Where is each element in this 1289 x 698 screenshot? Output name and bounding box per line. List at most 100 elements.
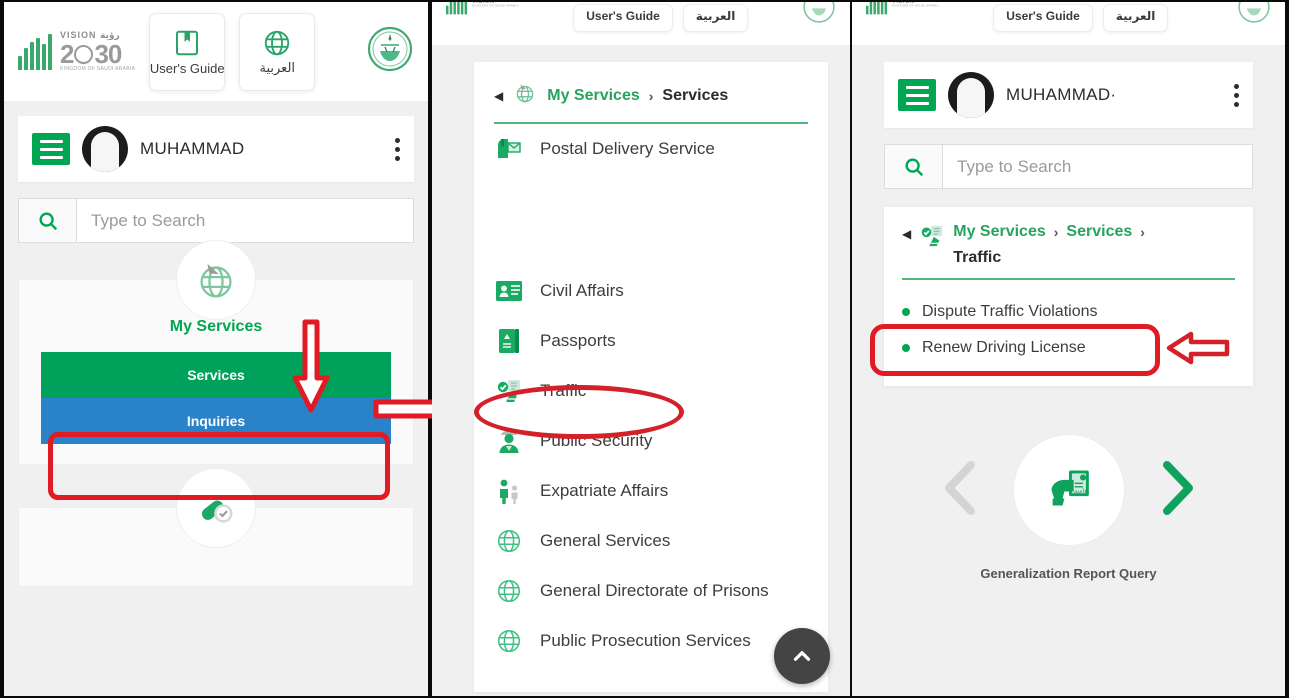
svg-text:تعاميم: تعاميم: [1073, 488, 1088, 494]
site-header-right: VISION KINGDOM OF SAUDI ARABIA User's Gu…: [852, 2, 1285, 46]
breadcrumb-root-link-right[interactable]: My Services: [953, 223, 1046, 241]
list-item-public-prosecution-services[interactable]: Public Prosecution Services: [494, 616, 808, 666]
breadcrumb-current-right: Traffic: [953, 249, 1002, 266]
list-item-label: Expatriate Affairs: [540, 481, 669, 500]
list-item-dispute-traffic-violations[interactable]: Dispute Traffic Violations: [902, 294, 1235, 330]
vision-subtitle-mid: KINGDOM OF SAUDI ARABIA: [472, 3, 519, 7]
menu-burger-button-right[interactable]: [898, 79, 936, 111]
services-button[interactable]: Services: [41, 352, 391, 398]
search-icon-right: [885, 145, 943, 188]
list-item-label: Postal Delivery Service: [540, 139, 715, 158]
users-guide-button[interactable]: User's Guide: [149, 12, 226, 91]
breadcrumb-separator-2: ›: [1140, 224, 1145, 240]
user-name-label: MUHAMMAD: [140, 139, 245, 158]
list-item-expatriate-affairs[interactable]: Expatriate Affairs: [494, 466, 808, 516]
vision-seal-icon: [74, 44, 94, 64]
moi-emblem-icon-right: [1237, 2, 1271, 29]
services-carousel: تعاميم: [884, 434, 1253, 546]
more-options-button-right[interactable]: [1234, 83, 1239, 107]
carousel-prev-button[interactable]: [935, 457, 987, 524]
list-item-label: Dispute Traffic Violations: [922, 303, 1098, 320]
breadcrumb-globe-icon: [512, 80, 538, 111]
more-options-button[interactable]: [395, 137, 400, 161]
saudi-palm-bars-icon: [866, 2, 888, 14]
services-list: Postal Delivery Service Civil Affairs Pa…: [494, 124, 808, 666]
services-list-card: ◀ My Services › Services Postal Delivery…: [474, 62, 828, 692]
list-item-renew-driving-license[interactable]: Renew Driving License: [902, 330, 1235, 366]
id-card-icon: [494, 277, 524, 305]
bullet-icon: [902, 308, 910, 316]
carousel-next-button[interactable]: [1151, 457, 1203, 524]
arabic-language-button-right[interactable]: العربية: [1102, 3, 1169, 32]
panel-left: VISION رؤية 2 30 KINGDOM OF SAUDI ARABIA …: [4, 2, 428, 696]
moi-emblem-icon-mid: [802, 2, 836, 29]
search-bar-left[interactable]: [18, 198, 414, 243]
arabic-language-button-mid[interactable]: العربية: [682, 3, 749, 32]
my-services-title: My Services: [169, 318, 263, 335]
vision-subtitle: KINGDOM OF SAUDI ARABIA: [60, 66, 136, 72]
list-item-general-services[interactable]: General Services: [494, 516, 808, 566]
list-item-general-directorate-of-prisons[interactable]: General Directorate of Prisons: [494, 566, 808, 616]
list-item-passports[interactable]: Passports: [494, 316, 808, 366]
avatar-right: [948, 72, 994, 118]
menu-burger-button[interactable]: [32, 133, 70, 165]
bullet-icon: [902, 344, 910, 352]
list-item-label: General Directorate of Prisons: [540, 581, 769, 600]
users-guide-button-right[interactable]: User's Guide: [993, 3, 1093, 32]
globe-icon: [494, 627, 524, 655]
globe-icon: [494, 577, 524, 605]
breadcrumb-mid: ◀ My Services › Services: [494, 80, 808, 111]
globe-icon: [494, 527, 524, 555]
user-name-label-right: MUHAMMAD·: [1006, 85, 1117, 104]
scroll-to-top-button[interactable]: [774, 628, 830, 684]
carousel-caption: Generalization Report Query: [980, 566, 1157, 581]
breadcrumb-separator-1: ›: [1053, 224, 1059, 240]
passport-icon: [494, 327, 524, 355]
avatar: [82, 126, 128, 172]
vision-2030-logo-mid: VISION KINGDOM OF SAUDI ARABIA: [446, 2, 519, 14]
carousel-item-icon-circle[interactable]: تعاميم: [1012, 434, 1125, 546]
mailbox-icon: [494, 135, 524, 163]
users-guide-label: User's Guide: [149, 60, 225, 76]
back-arrow-icon[interactable]: ◀: [494, 90, 503, 102]
arabic-language-button[interactable]: العربية: [239, 12, 316, 91]
users-guide-button-mid[interactable]: User's Guide: [573, 3, 673, 32]
breadcrumb-root-link[interactable]: My Services: [547, 87, 640, 105]
saudi-palm-bars-icon: [18, 33, 52, 70]
breadcrumb-current: Services: [662, 86, 729, 104]
app-body-right: MUHAMMAD· ◀: [852, 46, 1285, 581]
panel-right: VISION KINGDOM OF SAUDI ARABIA User's Gu…: [852, 2, 1285, 696]
search-input-right[interactable]: [943, 145, 1252, 188]
generalization-report-icon: تعاميم: [1041, 460, 1097, 521]
list-item-label: Renew Driving License: [922, 339, 1086, 356]
vision-2030-logo: VISION رؤية 2 30 KINGDOM OF SAUDI ARABIA: [18, 31, 135, 72]
breadcrumb-services-link-right[interactable]: Services: [1066, 223, 1132, 241]
list-item-traffic[interactable]: Traffic: [494, 366, 808, 416]
list-item-label: General Services: [540, 531, 671, 550]
list-item-label: Passports: [540, 331, 616, 350]
traffic-services-list: Dispute Traffic Violations Renew Driving…: [902, 294, 1235, 366]
vision-year: 2 30: [60, 39, 122, 69]
permit-icon: [176, 468, 256, 548]
user-bar-left: MUHAMMAD: [18, 116, 414, 182]
back-arrow-icon-right[interactable]: ◀: [902, 228, 911, 240]
list-item-label: Public Security: [540, 431, 653, 450]
search-input-left[interactable]: [77, 199, 413, 242]
app-body-left: MUHAMMAD Type to Search My Services Serv…: [4, 102, 428, 587]
list-item-public-security[interactable]: Public Security: [494, 416, 808, 466]
user-bar-right: MUHAMMAD·: [884, 62, 1253, 128]
my-services-card: My Services Services Inquiries: [18, 240, 414, 465]
search-icon: [19, 199, 77, 242]
secondary-service-card: [18, 468, 414, 587]
arabic-label: العربية: [259, 60, 296, 76]
search-bar-right[interactable]: [884, 144, 1253, 189]
vision-subtitle-right: KINGDOM OF SAUDI ARABIA: [892, 3, 939, 7]
screenshot-root: VISION رؤية 2 30 KINGDOM OF SAUDI ARABIA …: [0, 0, 1289, 698]
list-item-civil-affairs[interactable]: Civil Affairs: [494, 266, 808, 316]
inquiries-button[interactable]: Inquiries: [41, 398, 391, 444]
globe-icon: [262, 28, 292, 58]
vision-2030-logo-right: VISION KINGDOM OF SAUDI ARABIA: [866, 2, 939, 14]
list-item-label: Traffic: [540, 381, 587, 400]
list-item-label: Civil Affairs: [540, 281, 624, 300]
list-item-postal-delivery-service[interactable]: Postal Delivery Service: [494, 124, 808, 174]
